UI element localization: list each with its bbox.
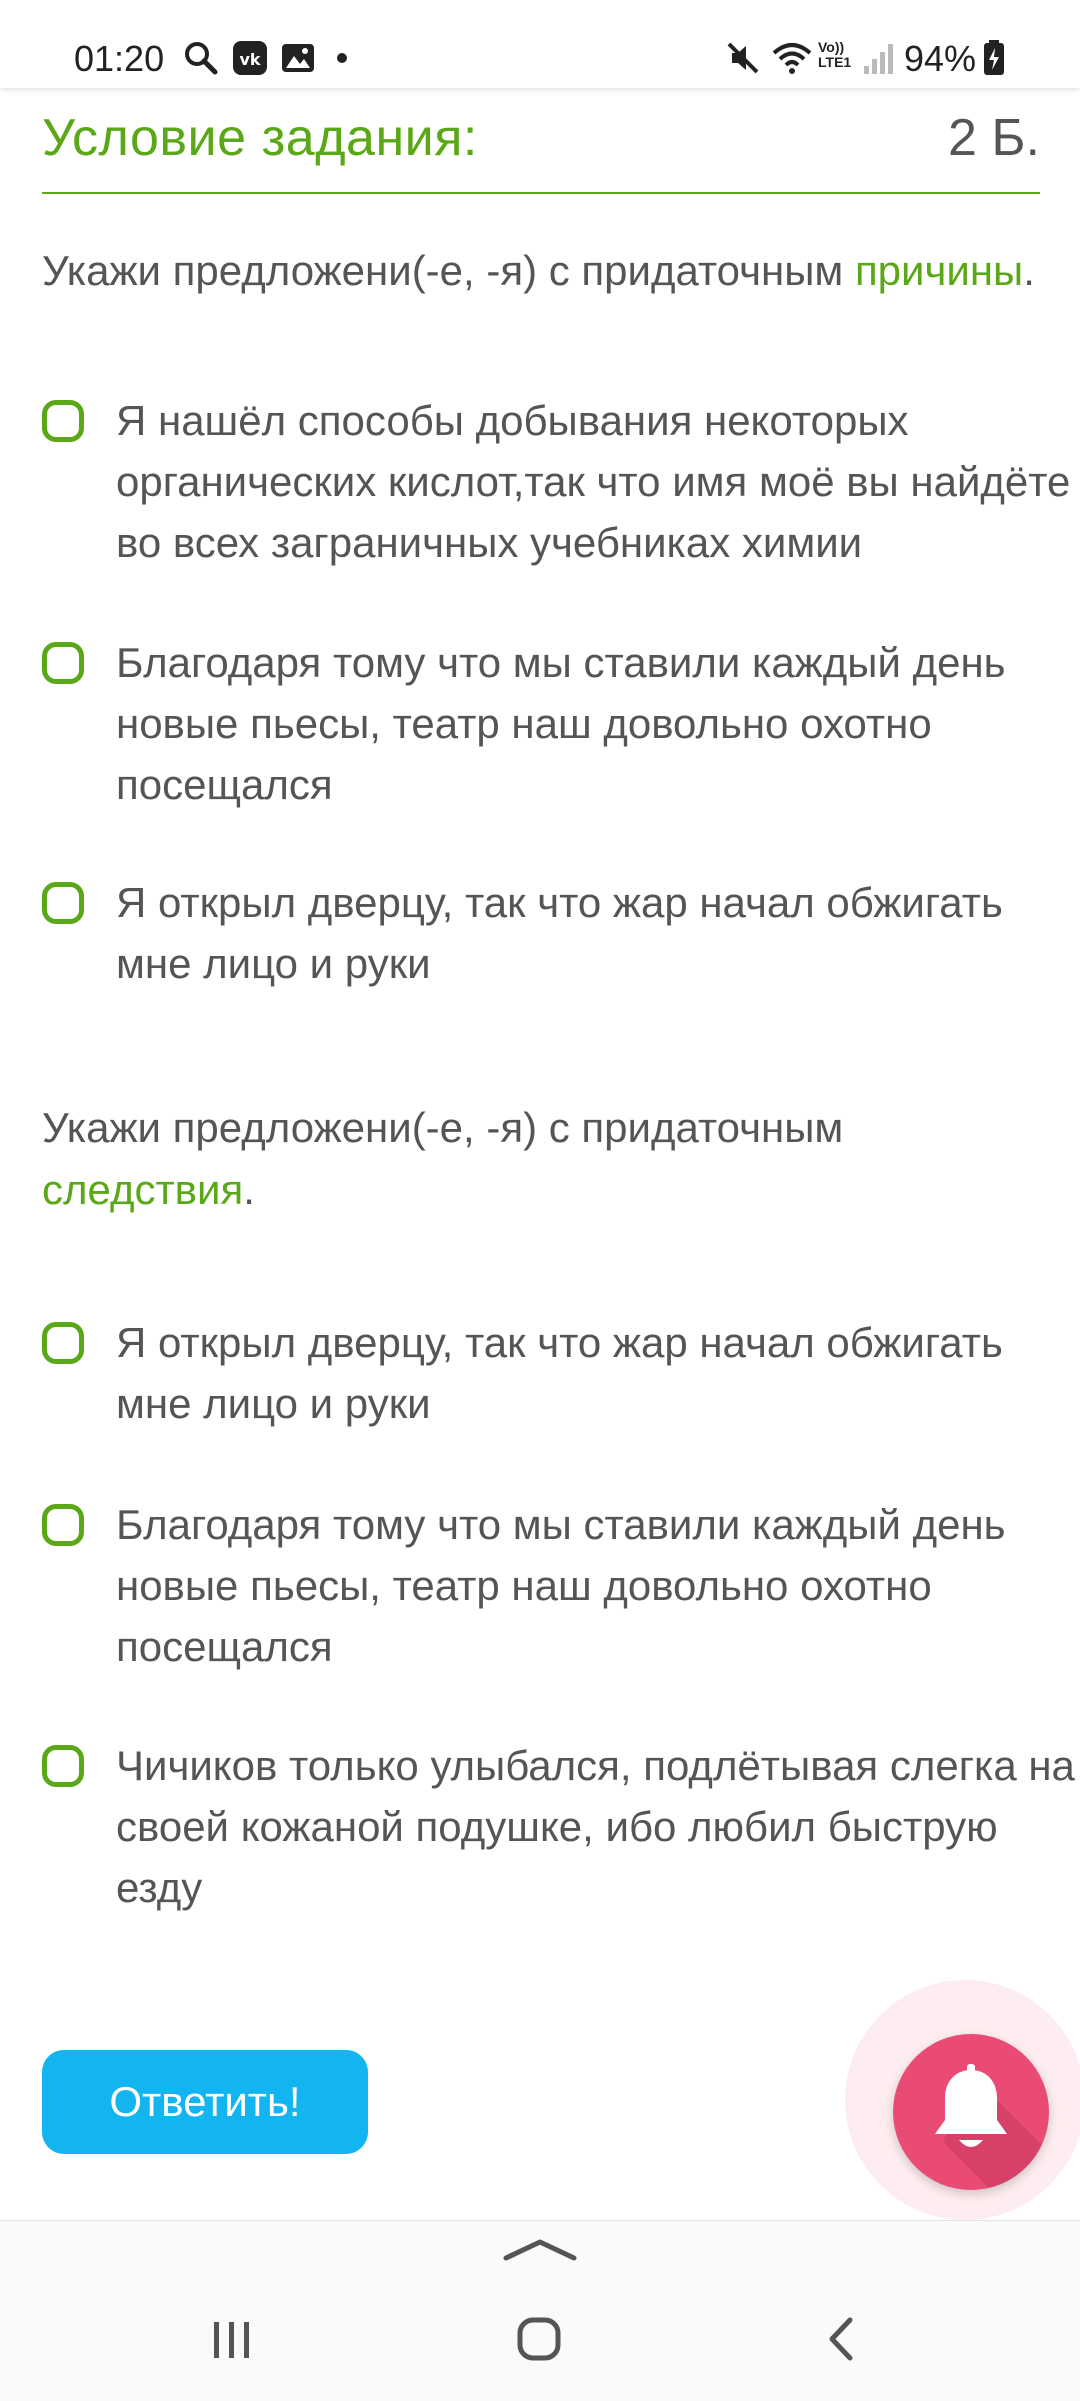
recent-apps-icon[interactable] [210,2318,254,2362]
back-icon[interactable] [826,2314,856,2364]
battery-icon [982,40,1006,76]
question-1-option-3[interactable]: Я открыл дверцу, так что жар начал обжиг… [42,872,1042,1002]
option-text: Я нашёл способы добывания некоторых орга… [116,397,1071,566]
checkbox[interactable] [42,400,84,442]
question-1-option-1[interactable]: Я нашёл способы добывания некоторых орга… [42,390,1070,580]
notification-bell-button[interactable] [893,2034,1049,2190]
question-2-option-3[interactable]: Чичиков только улыбался, подлётывая слег… [42,1735,1075,1925]
gallery-icon [280,40,316,76]
question-prompt-end: . [1023,247,1035,294]
option-text: Благодаря тому что мы ставили каждый ден… [116,639,1006,808]
status-time: 01:20 [74,38,165,79]
question-prompt-text: Укажи предложени(-е, -я) с придаточным [42,1104,844,1151]
checkbox[interactable] [42,642,84,684]
question-2-option-2[interactable]: Благодаря тому что мы ставили каждый ден… [42,1494,1042,1684]
volte-label: Vo)) LTE1 [818,39,852,70]
checkbox[interactable] [42,1745,84,1787]
battery-percent: 94% [904,38,977,79]
home-icon[interactable] [516,2316,562,2362]
wifi-icon [770,40,814,76]
status-bar: 01:20 vk Vo)) LTE1 94% [0,0,1080,88]
checkbox[interactable] [42,882,84,924]
task-title: Условие задания: [42,109,478,167]
checkbox[interactable] [42,1322,84,1364]
question-1-option-2[interactable]: Благодаря тому что мы ставили каждый ден… [42,632,1042,822]
option-text: Я открыл дверцу, так что жар начал обжиг… [116,879,1003,987]
question-1-prompt: Укажи предложени(-е, -я) с придаточным п… [42,240,1042,302]
question-keyword: причины [854,247,1024,294]
svg-text:vk: vk [239,50,260,69]
dot-icon [336,40,348,76]
question-keyword: следствия [42,1166,244,1213]
answer-button[interactable]: Ответить! [42,2050,368,2154]
option-text: Благодаря тому что мы ставили каждый ден… [116,1501,1006,1670]
volte-icon: Vo)) LTE1 [818,40,854,76]
option-text: Чичиков только улыбался, подлётывая слег… [116,1742,1075,1911]
question-prompt-end: . [243,1166,255,1213]
search-icon [182,40,220,76]
chevron-up-icon[interactable] [502,2236,578,2262]
bell-icon [935,2064,1049,2190]
task-points: 2 Б. [948,109,1040,167]
question-2-option-1[interactable]: Я открыл дверцу, так что жар начал обжиг… [42,1312,1042,1442]
checkbox[interactable] [42,1504,84,1546]
question-prompt-text: Укажи предложени(-е, -я) с придаточным [42,247,855,294]
mute-icon [724,40,762,76]
question-2-prompt: Укажи предложени(-е, -я) с придаточным с… [42,1097,902,1221]
vk-icon: vk [232,40,268,76]
task-header: Условие задания: 2 Б. [42,96,1040,194]
signal-icon [862,40,894,76]
option-text: Я открыл дверцу, так что жар начал обжиг… [116,1319,1003,1427]
